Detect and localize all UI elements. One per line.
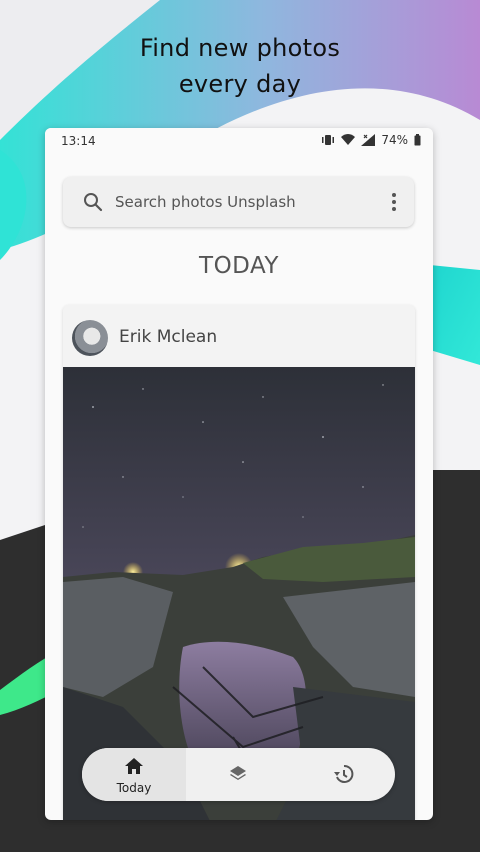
promo-line-2: every day [178, 70, 302, 98]
avatar[interactable] [72, 320, 108, 356]
section-title: TODAY [199, 253, 279, 279]
bottom-navigation: Today [82, 748, 395, 801]
nav-today-label: Today [116, 781, 152, 795]
history-icon [334, 764, 354, 783]
search-icon [84, 193, 103, 212]
photo-card[interactable]: Erik Mclean [63, 305, 415, 820]
nav-today[interactable]: Today [82, 748, 186, 801]
battery-icon [414, 134, 421, 146]
nav-history[interactable] [291, 748, 395, 801]
status-time: 13:14 [61, 134, 96, 148]
signal-icon [361, 134, 376, 146]
author-row[interactable]: Erik Mclean [63, 305, 415, 367]
vibrate-icon [322, 135, 335, 145]
author-name[interactable]: Erik Mclean [119, 327, 217, 347]
home-icon [125, 758, 143, 774]
layers-icon [230, 766, 246, 780]
search-bar[interactable]: Search photos Unsplash [63, 177, 414, 227]
wifi-icon [341, 134, 356, 145]
status-bar: 13:14 74% [45, 128, 433, 156]
search-input[interactable]: Search photos Unsplash [115, 193, 296, 211]
nav-collections[interactable] [186, 748, 290, 801]
battery-percent: 74% [381, 133, 408, 147]
promo-line-1: Find new photos [139, 34, 341, 62]
status-icons: 74% [321, 133, 421, 147]
more-vert-icon[interactable] [392, 193, 396, 214]
promo-headline: Find new photos every day [0, 30, 480, 102]
phone-screen: 13:14 74% Search photos Unsplash TODAY E… [45, 128, 433, 820]
